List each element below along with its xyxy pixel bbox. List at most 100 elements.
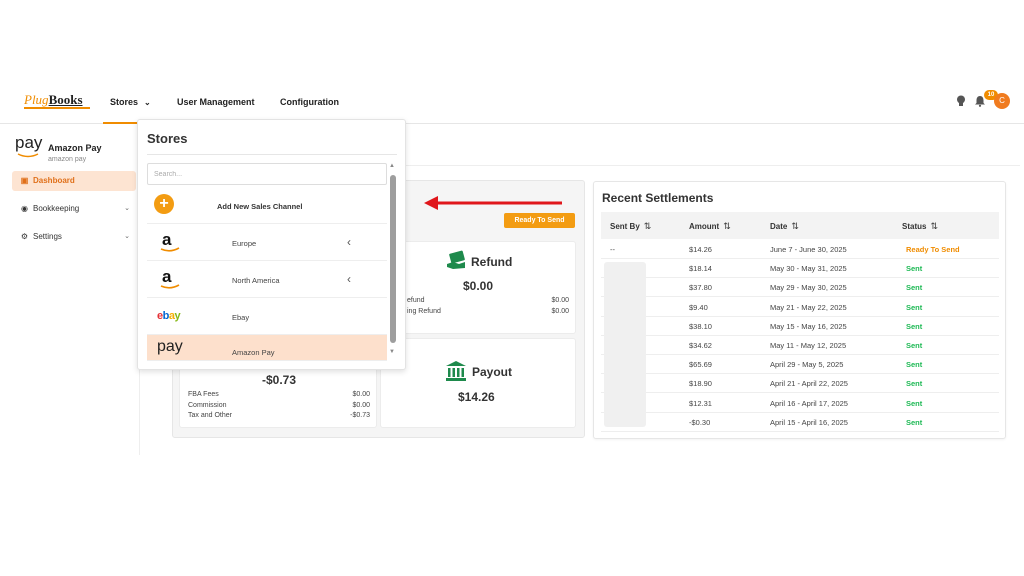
store-label: Amazon Pay bbox=[232, 348, 275, 357]
store-row-north-america[interactable]: a North America ‹ bbox=[147, 261, 387, 298]
cell-date: May 11 - May 12, 2025 bbox=[770, 341, 847, 350]
store-row-amazon-pay[interactable]: pay Amazon Pay bbox=[147, 335, 387, 361]
amazon-icon: a bbox=[160, 267, 180, 289]
col-date[interactable]: Date ⇅ bbox=[770, 221, 799, 232]
payout-title: Payout bbox=[472, 365, 513, 379]
cell-date: June 7 - June 30, 2025 bbox=[770, 245, 847, 254]
cell-status: Sent bbox=[906, 321, 923, 331]
fees-line-fba: FBA Fees bbox=[188, 391, 219, 398]
sidebar-item-dashboard[interactable]: ▣ Dashboard bbox=[12, 171, 136, 191]
store-search-input[interactable] bbox=[147, 163, 387, 185]
bookkeeping-icon: ◉ bbox=[21, 204, 28, 213]
dropdown-divider bbox=[147, 154, 397, 155]
cell-amount: -$0.30 bbox=[689, 417, 711, 427]
cell-status: Sent bbox=[906, 417, 923, 427]
lightbulb-icon[interactable] bbox=[956, 95, 966, 107]
sidebar-item-settings[interactable]: ⚙ Settings ⌄ bbox=[12, 227, 136, 247]
fees-value-fba: $0.00 bbox=[352, 391, 370, 398]
payout-card: Payout $14.26 bbox=[380, 338, 576, 428]
cell-date: May 29 - May 30, 2025 bbox=[770, 283, 847, 293]
cell-date: April 29 - May 5, 2025 bbox=[770, 360, 844, 370]
refund-amount: $0.00 bbox=[463, 279, 494, 293]
refund-line-2: ing Refund bbox=[407, 308, 441, 315]
cell-date: April 16 - April 17, 2025 bbox=[770, 398, 848, 408]
cell-amount: $37.80 bbox=[689, 283, 712, 293]
settings-icon: ⚙ bbox=[20, 232, 29, 241]
sidebar: pay Amazon Pay amazon pay ▣ Dashboard ◉ Bo… bbox=[0, 125, 140, 455]
chevron-down-icon: ⌄ bbox=[124, 233, 130, 240]
col-sent-by[interactable]: Sent By ⇅ bbox=[610, 221, 651, 232]
avatar[interactable]: C bbox=[994, 93, 1010, 109]
app: PlugBooks Stores ⌄ User Management Config… bbox=[0, 0, 1024, 576]
ready-to-send-button[interactable]: Ready To Send bbox=[504, 213, 575, 228]
fees-value-tax: -$0.73 bbox=[350, 412, 370, 419]
col-status[interactable]: Status ⇅ bbox=[902, 221, 938, 232]
table-row[interactable]: $34.62 May 11 - May 12, 2025 Sent bbox=[601, 336, 999, 355]
cell-amount: $18.90 bbox=[689, 379, 712, 389]
table-row[interactable]: -- $14.26 June 7 - June 30, 2025 Ready To S… bbox=[601, 240, 999, 259]
stores-dropdown-title: Stores bbox=[147, 131, 188, 146]
store-label: Europe bbox=[232, 239, 257, 248]
chevron-left-icon[interactable]: ‹ bbox=[347, 235, 351, 249]
table-row[interactable]: $38.10 May 15 - May 16, 2025 Sent bbox=[601, 317, 999, 336]
fees-amount: -$0.73 bbox=[262, 373, 297, 387]
red-arrow-annotation bbox=[424, 196, 562, 210]
col-amount[interactable]: Amount ⇅ bbox=[689, 221, 731, 232]
cell-status: Sent bbox=[906, 264, 923, 274]
dashboard-icon: ▣ bbox=[20, 176, 29, 185]
cell-status: Sent bbox=[906, 283, 923, 293]
nav-stores-label: Stores bbox=[110, 97, 139, 107]
dropdown-scrollbar[interactable]: ▲ ▼ bbox=[389, 163, 397, 363]
sort-icon: ⇅ bbox=[643, 221, 652, 231]
scroll-thumb[interactable] bbox=[390, 175, 396, 343]
sidebar-item-label: Dashboard bbox=[33, 176, 75, 185]
col-status-label: Status bbox=[902, 222, 927, 231]
cell-amount: $34.62 bbox=[689, 341, 712, 350]
scroll-up-icon[interactable]: ▲ bbox=[389, 163, 395, 169]
redacted-sent-by-column bbox=[604, 262, 646, 427]
scroll-down-icon[interactable]: ▼ bbox=[389, 349, 395, 355]
col-sent-by-label: Sent By bbox=[610, 222, 640, 231]
table-row[interactable]: $37.80 May 29 - May 30, 2025 Sent bbox=[601, 278, 999, 298]
logo-underline bbox=[24, 107, 90, 109]
cell-amount: $18.14 bbox=[689, 264, 712, 274]
stores-dropdown: Stores + Add New Sales Channel a Europe … bbox=[137, 119, 406, 370]
refund-icon bbox=[447, 250, 465, 269]
nav-configuration[interactable]: Configuration bbox=[280, 97, 339, 107]
cell-amount: $9.40 bbox=[689, 302, 708, 312]
amazon-pay-logo: pay bbox=[157, 338, 183, 355]
chevron-down-icon: ⌄ bbox=[144, 98, 151, 107]
settlements-title: Recent Settlements bbox=[602, 191, 714, 205]
store-row-europe[interactable]: a Europe ‹ bbox=[147, 224, 387, 261]
cell-status: Sent bbox=[906, 341, 923, 350]
plugbooks-logo[interactable]: PlugBooks bbox=[24, 92, 83, 108]
table-row[interactable]: $18.14 May 30 - May 31, 2025 Sent bbox=[601, 259, 999, 279]
nav-user-management[interactable]: User Management bbox=[177, 97, 255, 107]
add-sales-channel-row[interactable]: + Add New Sales Channel bbox=[147, 187, 387, 224]
nav-stores[interactable]: Stores ⌄ bbox=[110, 97, 151, 107]
cell-amount: $65.69 bbox=[689, 360, 712, 370]
cell-date: April 21 - April 22, 2025 bbox=[770, 379, 848, 389]
table-row[interactable]: $9.40 May 21 - May 22, 2025 Sent bbox=[601, 298, 999, 317]
sort-icon: ⇅ bbox=[791, 221, 799, 231]
table-row[interactable]: $18.90 April 21 - April 22, 2025 Sent bbox=[601, 374, 999, 394]
recent-settlements-panel: Recent Settlements Sent By ⇅ Amount ⇅ Date… bbox=[593, 181, 1006, 439]
add-sales-channel-label: Add New Sales Channel bbox=[217, 202, 303, 211]
table-row[interactable]: $12.31 April 16 - April 17, 2025 Sent bbox=[601, 394, 999, 413]
table-row[interactable]: -$0.30 April 15 - April 16, 2025 Sent bbox=[601, 413, 999, 432]
top-navbar: PlugBooks Stores ⌄ User Management Config… bbox=[0, 82, 1024, 124]
fees-line-tax: Tax and Other bbox=[188, 412, 232, 419]
cell-amount: $12.31 bbox=[689, 398, 712, 408]
table-row[interactable]: $65.69 April 29 - May 5, 2025 Sent bbox=[601, 355, 999, 375]
sort-icon: ⇅ bbox=[930, 221, 938, 231]
sidebar-item-label: Bookkeeping bbox=[33, 204, 80, 213]
amazon-icon: a bbox=[160, 230, 180, 252]
amazon-smile-icon bbox=[17, 153, 39, 158]
sidebar-item-bookkeeping[interactable]: ◉ Bookkeeping ⌄ bbox=[12, 199, 136, 219]
chevron-left-icon[interactable]: ‹ bbox=[347, 272, 351, 286]
cell-date: April 15 - April 16, 2025 bbox=[770, 417, 848, 427]
cell-amount: $38.10 bbox=[689, 321, 712, 331]
cell-date: May 15 - May 16, 2025 bbox=[770, 321, 847, 331]
store-row-ebay[interactable]: ebay Ebay bbox=[147, 298, 387, 335]
sort-icon: ⇅ bbox=[723, 221, 731, 231]
